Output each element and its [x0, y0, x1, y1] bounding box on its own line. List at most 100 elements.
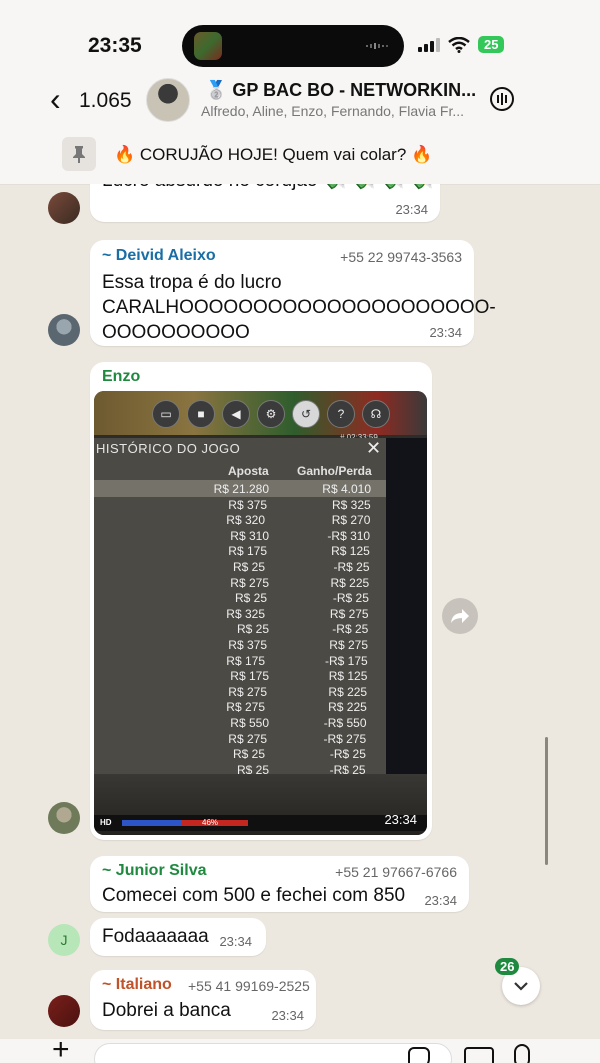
sender-name[interactable]: ~ Deivid Aleixo [102, 247, 216, 265]
sender-name[interactable]: Enzo [102, 368, 140, 386]
pinned-message-bar[interactable]: 🔥 CORUJÃO HOJE! Quem vai colar? 🔥 [0, 122, 600, 185]
chat-screen: 23:35 25 ‹ 1.065 🥈 GP BAC BO - NETWORKIN… [0, 0, 600, 1063]
close-icon: ✕ [366, 438, 382, 458]
history-result-value: -R$ 25 [333, 560, 370, 574]
support-icon: ☊ [362, 400, 390, 428]
history-bet-value: R$ 375 [228, 638, 267, 652]
history-bet-value: R$ 21.280 [213, 482, 269, 496]
history-title: HISTÓRICO DO JOGO [96, 441, 241, 456]
sender-phone: +55 41 99169-2525 [188, 978, 310, 994]
history-bet-value: R$ 275 [228, 731, 267, 746]
message-text-line: CARALHOOOOOOOOOOOOOOOOOOOOO- [102, 297, 496, 318]
history-result-value: -R$ 310 [327, 528, 371, 543]
history-result-value: -R$ 175 [325, 653, 368, 668]
history-result-value: R$ 125 [328, 669, 368, 684]
game-hud: HD 46% [94, 815, 427, 831]
message-bubble[interactable]: ~ Italiano +55 41 99169-2525 Dobrei a ba… [90, 970, 316, 1030]
hd-badge: HD [100, 818, 112, 827]
sender-avatar[interactable] [48, 192, 80, 224]
sender-avatar[interactable] [48, 802, 80, 834]
audio-wave-icon [366, 43, 388, 49]
wifi-icon [448, 36, 470, 53]
chat-header: ‹ 1.065 🥈 GP BAC BO - NETWORKIN... Alfre… [0, 78, 600, 122]
message-time: 23:34 [424, 893, 457, 908]
chat-icon: ▭ [152, 400, 180, 428]
sender-name[interactable]: ~ Italiano [102, 976, 172, 994]
history-result-value: -R$ 25 [332, 622, 369, 637]
sender-phone: +55 22 99743-3563 [340, 249, 462, 265]
history-result-value: -R$ 25 [329, 747, 366, 762]
history-result-value: R$ 325 [332, 497, 371, 512]
column-header-result: Ganho/Perda [297, 464, 372, 478]
message-time: 23:34 [271, 1008, 304, 1023]
message-text: Fodaaaaaaa [102, 926, 209, 947]
history-bet-value: R$ 275 [228, 684, 267, 699]
history-bet-value: R$ 275 [230, 575, 269, 590]
group-members[interactable]: Alfredo, Aline, Enzo, Fernando, Flavia F… [201, 103, 464, 119]
player-bar [122, 820, 182, 826]
group-title[interactable]: 🥈 GP BAC BO - NETWORKIN... [205, 80, 476, 101]
mic-icon[interactable] [514, 1044, 530, 1063]
history-result-value: R$ 225 [328, 684, 368, 699]
history-bet-value: R$ 320 [226, 513, 265, 528]
history-bet-value: R$ 25 [232, 560, 265, 574]
history-bet-value: R$ 175 [228, 544, 267, 559]
game-history-panel: HISTÓRICO DO JOGO ✕ Aposta Ganho/Perda R… [94, 438, 386, 777]
composer-bar: + [0, 1035, 600, 1063]
help-icon: ? [327, 400, 355, 428]
status-bar: 23:35 25 [0, 0, 600, 80]
dynamic-island[interactable] [182, 25, 404, 67]
history-bet-value: R$ 375 [228, 497, 267, 512]
voice-chat-icon[interactable] [488, 85, 516, 113]
history-result-value: R$ 125 [331, 544, 370, 559]
group-avatar[interactable] [146, 78, 190, 122]
sender-name[interactable]: ~ Junior Silva [102, 862, 206, 880]
history-result-value: R$ 225 [330, 575, 370, 590]
pinned-message-text: 🔥 CORUJÃO HOJE! Quem vai colar? 🔥 [114, 145, 433, 164]
battery-icon: 25 [478, 36, 505, 53]
monitor-edge [386, 438, 427, 774]
sender-avatar[interactable] [48, 314, 80, 346]
message-bubble[interactable]: Fodaaaaaaa 23:34 [90, 918, 266, 956]
message-text-line: Essa tropa é do lucro [102, 272, 282, 293]
video-icon: ■ [187, 400, 215, 428]
sticker-icon[interactable] [408, 1047, 430, 1063]
unread-chats-count[interactable]: 1.065 [79, 89, 132, 113]
column-header-bet: Aposta [228, 464, 269, 478]
history-bet-value: R$ 325 [226, 606, 265, 621]
message-input[interactable] [94, 1043, 452, 1063]
message-text-line: OOOOOOOOOO [102, 322, 250, 343]
unread-badge: 26 [495, 958, 520, 975]
message-bubble[interactable]: ~ Junior Silva +55 21 97667-6766 Comecei… [90, 856, 469, 912]
forward-icon [451, 609, 469, 623]
forward-button[interactable] [442, 598, 478, 634]
message-bubble[interactable]: ~ Deivid Aleixo +55 22 99743-3563 Essa t… [90, 240, 496, 346]
history-bet-value: R$ 175 [226, 653, 265, 668]
plus-icon[interactable]: + [52, 1035, 70, 1063]
history-result-value: R$ 275 [329, 606, 369, 621]
history-result-value: -R$ 25 [332, 591, 369, 606]
history-icon: ↺ [292, 400, 320, 428]
message-time: 23:34 [395, 202, 428, 217]
sender-avatar[interactable] [48, 995, 80, 1027]
history-bet-value: R$ 175 [230, 669, 269, 684]
status-time: 23:35 [88, 34, 142, 57]
history-result-value: -R$ 550 [323, 716, 367, 730]
message-bubble[interactable]: Lucro absurdo no corujão 💸 💸 💸 💸 23:34 [90, 184, 440, 222]
pin-icon [62, 137, 96, 171]
history-result-value: R$ 275 [329, 638, 368, 652]
hud-percent: 46% [202, 818, 219, 827]
back-chevron-icon[interactable]: ‹ [50, 82, 61, 116]
sender-avatar[interactable]: J [48, 924, 80, 956]
signal-icon [418, 37, 440, 52]
message-list[interactable]: Lucro absurdo no corujão 💸 💸 💸 💸 23:34 ~… [0, 184, 600, 1039]
history-bet-value: R$ 550 [230, 716, 269, 730]
game-history-photo[interactable]: ▭ ■ ◀ ⚙ ↺ ? ☊ # 02:33:59 HISTÓRICO DO JO… [94, 391, 427, 835]
camera-icon[interactable] [464, 1047, 494, 1063]
history-result-value: R$ 225 [328, 700, 367, 715]
message-text: Comecei com 500 e fechei com 850 [102, 885, 406, 906]
settings-icon: ⚙ [257, 400, 285, 428]
history-bet-value: R$ 275 [226, 700, 265, 715]
scrollbar[interactable] [545, 737, 548, 865]
history-result-value: -R$ 275 [323, 731, 367, 746]
